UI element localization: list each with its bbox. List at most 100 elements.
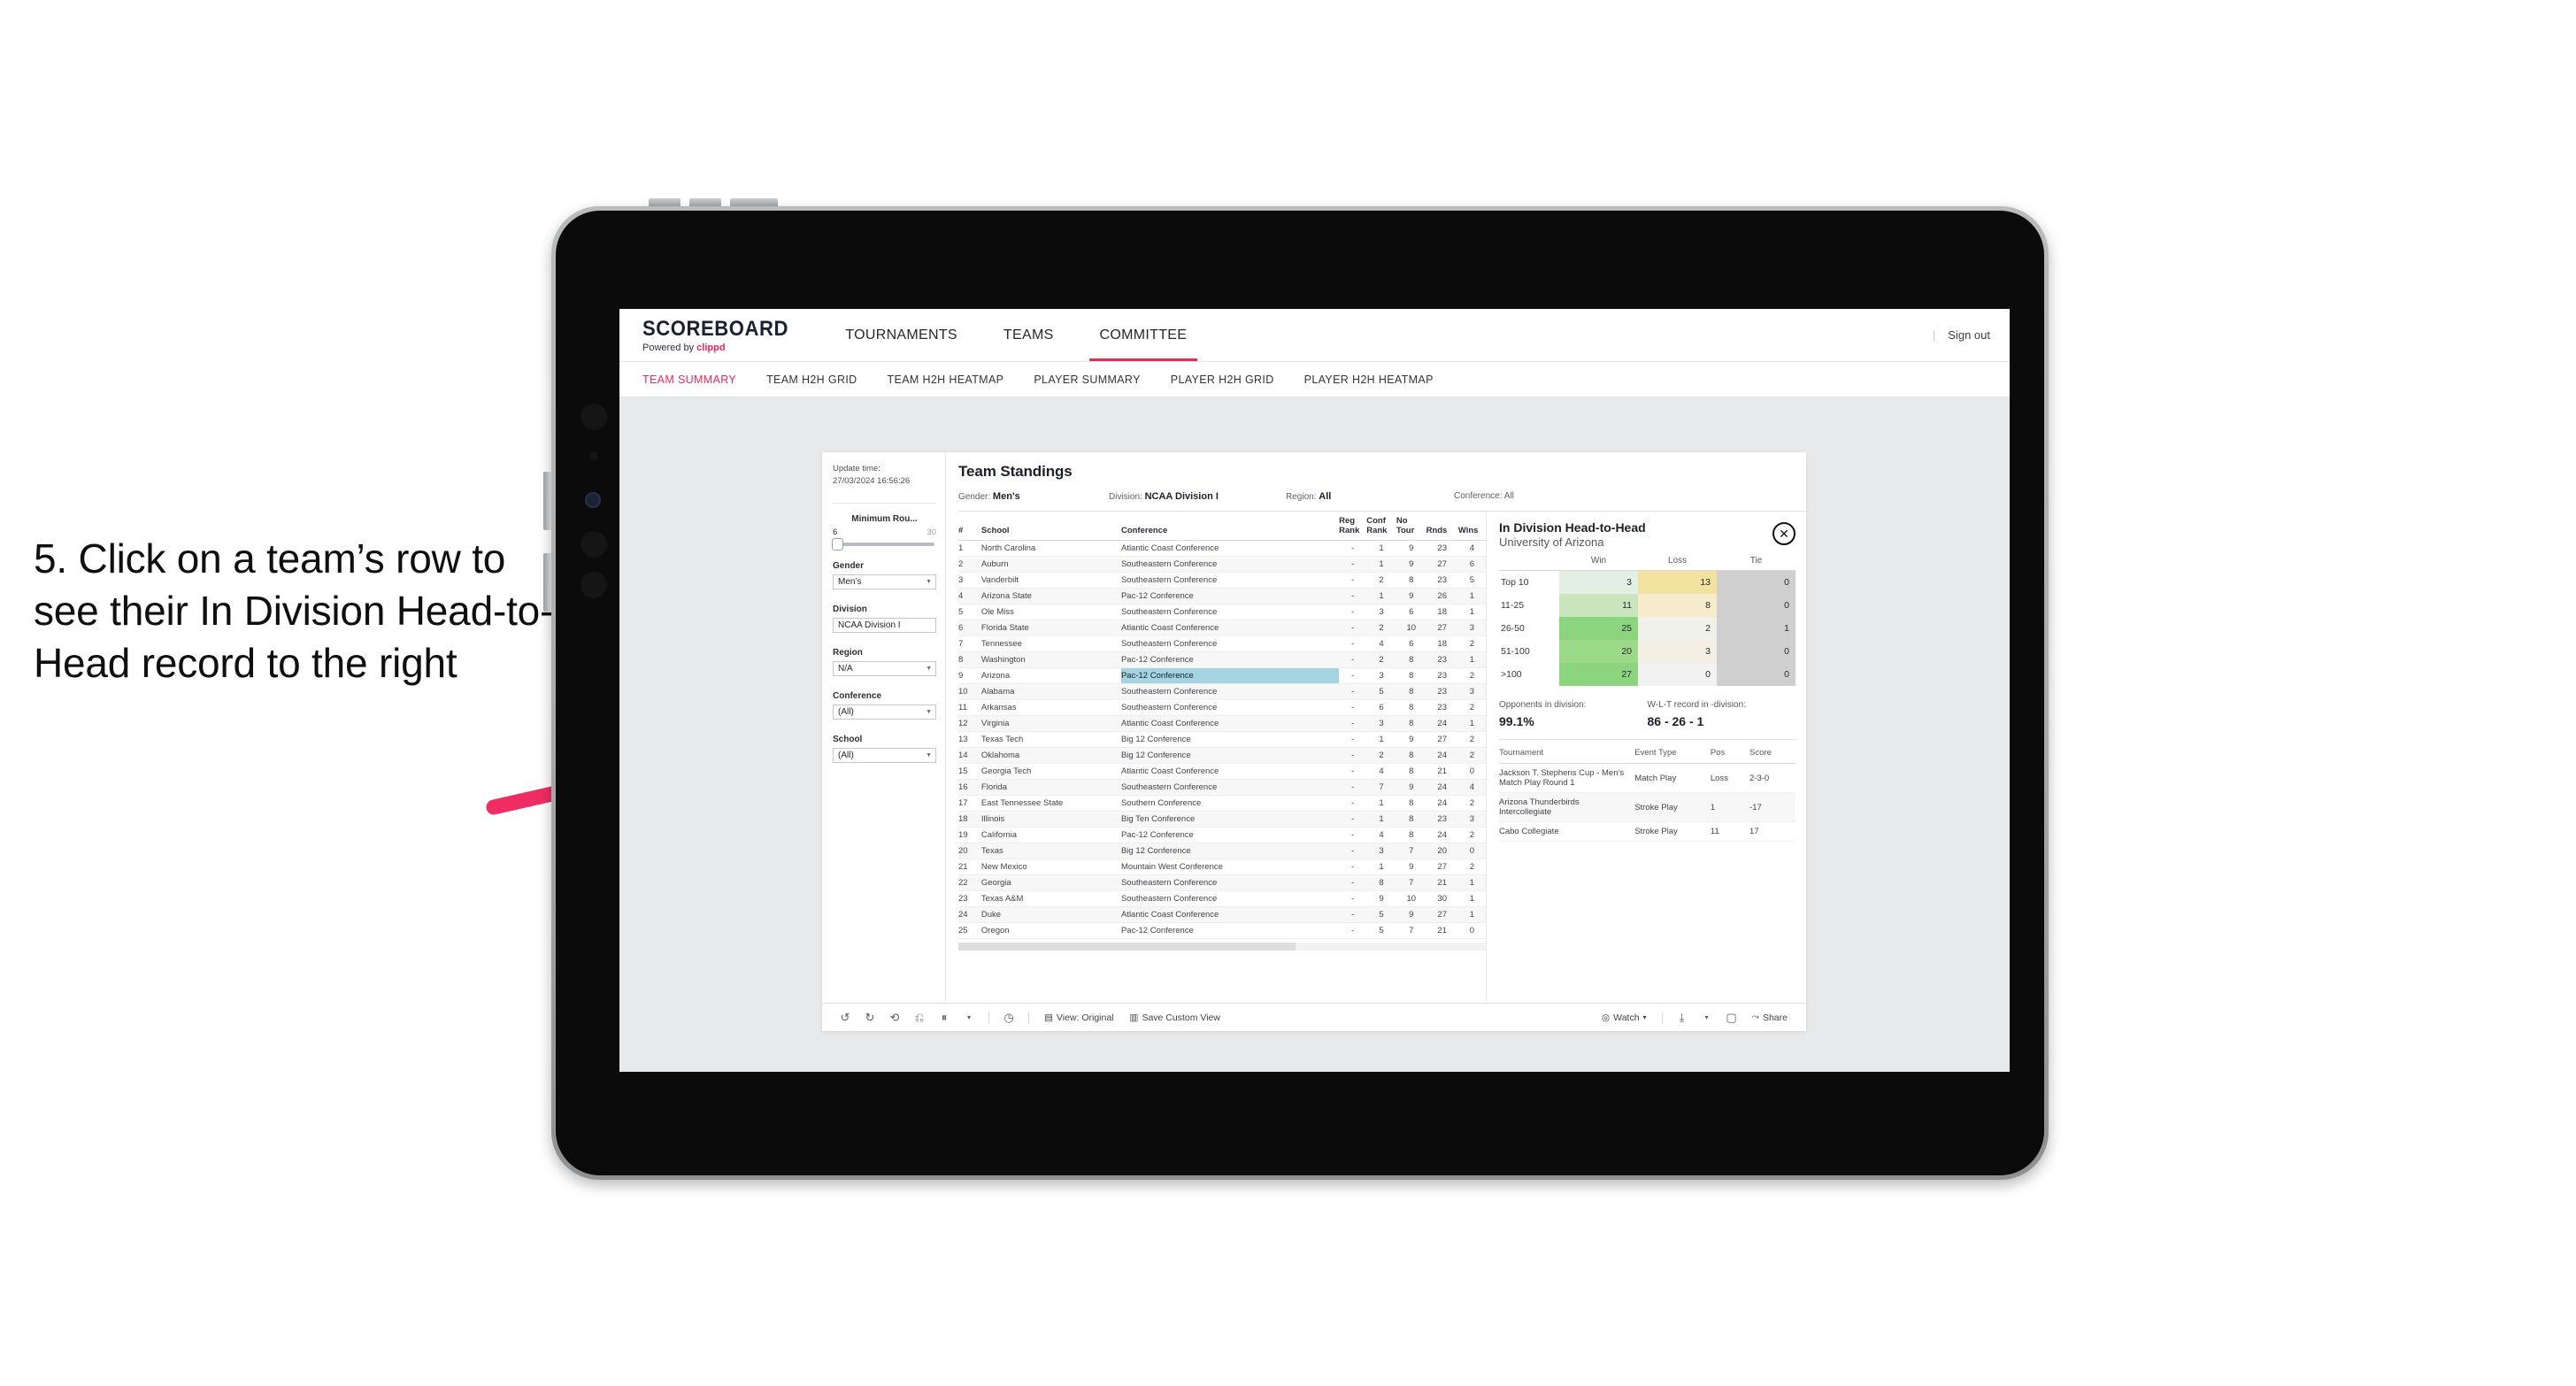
table-row[interactable]: 14 Oklahoma Big 12 Conference -2 8 24 2: [958, 747, 1486, 765]
sub-tab-team-h2h-heatmap[interactable]: TEAM H2H HEATMAP: [888, 373, 1004, 386]
table-row[interactable]: 16 Florida Southeastern Conference -7 9 24 4: [958, 779, 1486, 797]
cell-conference: Atlantic Coast Conference: [1120, 906, 1340, 924]
col-no-tour-line1: No: [1396, 516, 1408, 526]
col-conf-rank[interactable]: Conf Rank: [1366, 512, 1396, 542]
tournament-row[interactable]: Jackson T. Stephens Cup - Men’s Match Pl…: [1499, 763, 1796, 793]
sub-tab-player-h2h-grid[interactable]: PLAYER H2H GRID: [1171, 373, 1274, 386]
table-row[interactable]: 4 Arizona State Pac-12 Conference -1 9 26 1: [958, 588, 1486, 605]
undo-icon[interactable]: ↺: [833, 1011, 857, 1025]
col-rank[interactable]: #: [958, 512, 981, 542]
cell-no-tour: 8: [1396, 763, 1426, 781]
device-layout-icon[interactable]: ▢: [1719, 1011, 1744, 1025]
division-select[interactable]: NCAA Division I: [833, 617, 936, 633]
table-row[interactable]: 9 Arizona Pac-12 Conference -3 8 23 2: [958, 667, 1486, 685]
cell-school: Ole Miss: [980, 604, 1121, 621]
scrollbar-thumb[interactable]: [958, 943, 1296, 951]
col-wins[interactable]: Wins: [1457, 512, 1486, 542]
table-row[interactable]: 18 Illinois Big Ten Conference -1 8 23 3: [958, 811, 1486, 828]
summary-division-label: Division:: [1109, 492, 1142, 502]
view-icon: ▤: [1044, 1012, 1053, 1023]
table-row[interactable]: 8 Washington Pac-12 Conference -2 8 23 1: [958, 651, 1486, 669]
screenshot-root: 5. Click on a team’s row to see their In…: [0, 0, 2576, 1386]
table-row[interactable]: 2 Auburn Southeastern Conference -1 9 27 6: [958, 556, 1486, 574]
cell-wins: 0: [1457, 922, 1486, 940]
refresh-icon[interactable]: ⎌: [907, 1011, 932, 1025]
device-top-button-2: [689, 198, 721, 206]
table-row[interactable]: 11 Arkansas Southeastern Conference -6 8 23 2: [958, 699, 1486, 717]
conference-label: Conference: [833, 690, 882, 701]
minimum-rounds-low: 6: [833, 527, 838, 537]
chevron-down-icon[interactable]: ▾: [1695, 1013, 1719, 1021]
cell-score: 2-3-0: [1749, 763, 1796, 793]
summary-conference-value: All: [1503, 491, 1514, 501]
sub-tab-team-summary[interactable]: TEAM SUMMARY: [642, 373, 736, 386]
sub-tab-player-summary[interactable]: PLAYER SUMMARY: [1034, 373, 1140, 386]
download-icon[interactable]: ⤓: [1670, 1011, 1695, 1025]
table-row[interactable]: 7 Tennessee Southeastern Conference -4 6 18 2: [958, 635, 1486, 653]
table-row[interactable]: 5 Ole Miss Southeastern Conference -3 6 18 1: [958, 604, 1486, 621]
cell-conf-rank: 9: [1366, 890, 1396, 908]
minimum-rounds-slider[interactable]: [832, 537, 934, 551]
redo-icon[interactable]: ↻: [857, 1011, 882, 1025]
pause-icon[interactable]: ⏸: [932, 1011, 957, 1025]
slider-handle[interactable]: [832, 537, 843, 551]
update-time: Update time: 27/03/2024 16:56:26: [833, 463, 936, 488]
cell-school: Oregon: [980, 922, 1121, 940]
table-row[interactable]: 3 Vanderbilt Southeastern Conference -2 8 23 5: [958, 572, 1486, 589]
nav-tab-committee[interactable]: COMMITTEE: [1077, 309, 1211, 361]
logo[interactable]: SCOREBOARD Powered by clippd: [619, 317, 822, 353]
view-original-button[interactable]: ▤ View: Original: [1036, 1013, 1122, 1023]
gender-select[interactable]: Men’s ▼: [833, 574, 936, 589]
nav-tab-tournaments[interactable]: TOURNAMENTS: [822, 309, 980, 361]
table-row[interactable]: 24 Duke Atlantic Coast Conference -5 9 27 1: [958, 906, 1486, 924]
watch-button[interactable]: ◎ Watch ▾: [1594, 1013, 1655, 1023]
table-row[interactable]: 10 Alabama Southeastern Conference -5 8 23 3: [958, 683, 1486, 701]
camera-lens-icon: [585, 492, 601, 508]
share-button[interactable]: ⤳ Share: [1744, 1012, 1796, 1023]
tournament-row[interactable]: Arizona Thunderbirds Intercollegiate Stro…: [1499, 792, 1796, 822]
horizontal-scrollbar[interactable]: [958, 943, 1486, 951]
cell-reg-rank: -: [1339, 859, 1367, 876]
col-school[interactable]: School: [980, 512, 1121, 542]
table-row[interactable]: 6 Florida State Atlantic Coast Conference -…: [958, 620, 1486, 637]
table-row[interactable]: 23 Texas A&M Southeastern Conference -9 10 30…: [958, 890, 1486, 908]
table-row[interactable]: 25 Oregon Pac-12 Conference -5 7 21 0: [958, 922, 1486, 940]
sub-tab-player-h2h-heatmap[interactable]: PLAYER H2H HEATMAP: [1304, 373, 1434, 386]
region-select[interactable]: N/A ▼: [833, 660, 936, 676]
table-row[interactable]: 19 California Pac-12 Conference -4 8 24 2: [958, 827, 1486, 844]
close-icon[interactable]: ✕: [1772, 522, 1796, 545]
cell-conf-rank: 1: [1366, 859, 1396, 876]
table-row[interactable]: 12 Virginia Atlantic Coast Conference -3 8 24…: [958, 715, 1486, 733]
table-row[interactable]: 22 Georgia Southeastern Conference -8 7 21 1: [958, 874, 1486, 892]
h2h-cell-loss: 3: [1638, 640, 1717, 663]
summary-gender-value: Men’s: [992, 491, 1020, 502]
save-custom-view-button[interactable]: ▥ Save Custom View: [1122, 1013, 1228, 1023]
conference-select[interactable]: (All) ▼: [833, 704, 936, 720]
col-conference[interactable]: Conference: [1120, 512, 1340, 542]
cell-rnds: 27: [1426, 556, 1458, 574]
col-rnds[interactable]: Rnds: [1426, 512, 1458, 542]
nav-tab-teams[interactable]: TEAMS: [980, 309, 1077, 361]
cell-conf-rank: 1: [1366, 588, 1396, 605]
cell-school: Florida State: [980, 620, 1121, 637]
filter-school: School (All) ▼: [833, 735, 936, 763]
school-select[interactable]: (All) ▼: [833, 747, 936, 763]
cell-rank: 5: [958, 604, 981, 621]
clock-icon[interactable]: ◷: [996, 1011, 1021, 1025]
sub-tab-team-h2h-grid[interactable]: TEAM H2H GRID: [766, 373, 857, 386]
col-reg-rank[interactable]: Reg Rank: [1339, 512, 1367, 542]
table-row[interactable]: 13 Texas Tech Big 12 Conference -1 9 27 2: [958, 731, 1486, 749]
table-row[interactable]: 20 Texas Big 12 Conference -3 7 20 0: [958, 843, 1486, 860]
chevron-down-icon[interactable]: ▾: [957, 1013, 981, 1021]
h2h-header-row: Win Loss Tie: [1499, 556, 1796, 571]
table-row[interactable]: 15 Georgia Tech Atlantic Coast Conference -…: [958, 763, 1486, 781]
cell-conf-rank: 2: [1366, 747, 1396, 765]
tournament-row[interactable]: Cabo Collegiate Stroke Play 11 17: [1499, 821, 1796, 842]
col-no-tour[interactable]: No Tour: [1396, 512, 1426, 542]
sign-out-link[interactable]: Sign out: [1948, 328, 1990, 342]
table-row[interactable]: 17 East Tennessee State Southern Conferenc…: [958, 795, 1486, 812]
table-row[interactable]: 21 New Mexico Mountain West Conference -1 9 2…: [958, 859, 1486, 876]
cell-reg-rank: -: [1339, 922, 1367, 940]
revert-icon[interactable]: ⟲: [882, 1011, 907, 1025]
table-row[interactable]: 1 North Carolina Atlantic Coast Conference…: [958, 540, 1486, 558]
